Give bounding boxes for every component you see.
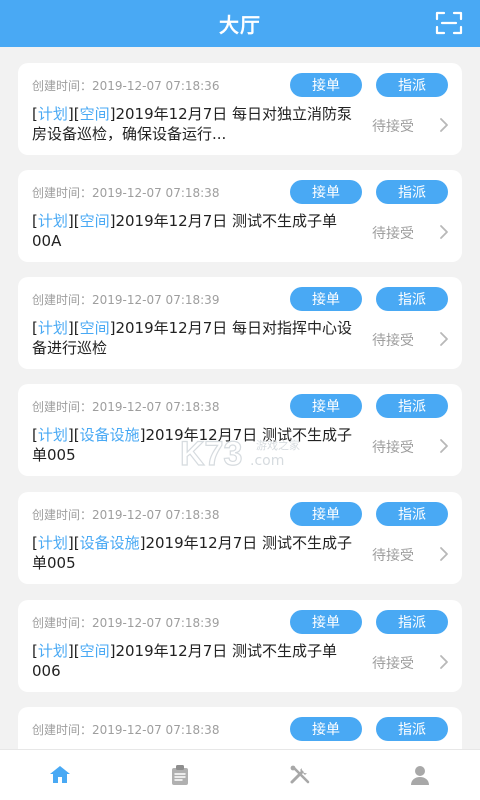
scan-button[interactable] bbox=[435, 11, 463, 35]
tag-category: 空间 bbox=[79, 319, 110, 337]
page-title: 大厅 bbox=[219, 13, 261, 37]
status-text: 待接受 bbox=[372, 548, 414, 564]
task-list[interactable]: 创建时间：2019-12-07 07:18:36 接单 指派 [计划][空间]2… bbox=[0, 47, 480, 749]
created-time: 创建时间：2019-12-07 07:18:39 bbox=[32, 616, 220, 630]
chevron-right-icon[interactable] bbox=[438, 654, 450, 670]
task-title: [计划][空间]2019年12月7日 每日对独立消防泵房设备巡检，确保设备运行.… bbox=[32, 105, 353, 143]
clipboard-icon bbox=[172, 765, 188, 785]
status-text: 待接受 bbox=[372, 656, 414, 672]
tag-plan: 计划 bbox=[37, 105, 68, 123]
user-icon bbox=[411, 766, 429, 785]
tag-plan: 计划 bbox=[37, 642, 68, 660]
created-time: 创建时间：2019-12-07 07:18:39 bbox=[32, 293, 220, 307]
chevron-right-icon[interactable] bbox=[438, 438, 450, 454]
nav-home[interactable] bbox=[0, 750, 120, 800]
task-title: [计划][空间]2019年12月7日 每日对指挥中心设备进行巡检 bbox=[32, 319, 353, 357]
task-card[interactable]: 创建时间：2019-12-07 07:18:38 接单 指派 bbox=[18, 707, 462, 749]
task-card[interactable]: 创建时间：2019-12-07 07:18:39 接单 指派 [计划][空间]2… bbox=[18, 600, 462, 692]
assign-button[interactable]: 指派 bbox=[376, 73, 448, 97]
tag-category: 空间 bbox=[79, 212, 110, 230]
assign-button[interactable]: 指派 bbox=[376, 180, 448, 204]
nav-tools[interactable] bbox=[240, 750, 360, 800]
task-title: [计划][空间]2019年12月7日 测试不生成子单00A bbox=[32, 212, 338, 250]
nav-profile[interactable] bbox=[360, 750, 480, 800]
task-title: [计划][空间]2019年12月7日 测试不生成子单006 bbox=[32, 642, 338, 680]
assign-button[interactable]: 指派 bbox=[376, 502, 448, 526]
app-header: 大厅 bbox=[0, 0, 480, 47]
tag-plan: 计划 bbox=[37, 319, 68, 337]
tag-category: 设备设施 bbox=[79, 534, 140, 552]
created-time: 创建时间：2019-12-07 07:18:38 bbox=[32, 723, 220, 737]
task-card[interactable]: 创建时间：2019-12-07 07:18:39 接单 指派 [计划][空间]2… bbox=[18, 277, 462, 369]
task-title: [计划][设备设施]2019年12月7日 测试不生成子单005 bbox=[32, 426, 353, 464]
accept-order-button[interactable]: 接单 bbox=[290, 610, 362, 634]
accept-order-button[interactable]: 接单 bbox=[290, 394, 362, 418]
assign-button[interactable]: 指派 bbox=[376, 287, 448, 311]
tag-category: 空间 bbox=[79, 642, 110, 660]
created-time: 创建时间：2019-12-07 07:18:38 bbox=[32, 400, 220, 414]
chevron-right-icon[interactable] bbox=[438, 546, 450, 562]
status-text: 待接受 bbox=[372, 226, 414, 242]
task-card[interactable]: 创建时间：2019-12-07 07:18:38 接单 指派 [计划][设备设施… bbox=[18, 492, 462, 584]
tag-category: 设备设施 bbox=[79, 426, 140, 444]
task-title: [计划][设备设施]2019年12月7日 测试不生成子单005 bbox=[32, 534, 353, 572]
task-card[interactable]: 创建时间：2019-12-07 07:18:38 接单 指派 [计划][设备设施… bbox=[18, 384, 462, 476]
chevron-right-icon[interactable] bbox=[438, 331, 450, 347]
home-icon bbox=[50, 766, 70, 783]
bottom-nav bbox=[0, 749, 480, 800]
status-text: 待接受 bbox=[372, 333, 414, 349]
created-time: 创建时间：2019-12-07 07:18:38 bbox=[32, 186, 220, 200]
tag-category: 空间 bbox=[79, 105, 110, 123]
accept-order-button[interactable]: 接单 bbox=[290, 73, 362, 97]
task-card[interactable]: 创建时间：2019-12-07 07:18:38 接单 指派 [计划][空间]2… bbox=[18, 170, 462, 262]
tools-icon bbox=[290, 765, 310, 784]
assign-button[interactable]: 指派 bbox=[376, 717, 448, 741]
status-text: 待接受 bbox=[372, 440, 414, 456]
chevron-right-icon[interactable] bbox=[438, 224, 450, 240]
nav-orders[interactable] bbox=[120, 750, 240, 800]
accept-order-button[interactable]: 接单 bbox=[290, 502, 362, 526]
tag-plan: 计划 bbox=[37, 426, 68, 444]
accept-order-button[interactable]: 接单 bbox=[290, 287, 362, 311]
tag-plan: 计划 bbox=[37, 212, 68, 230]
status-text: 待接受 bbox=[372, 119, 414, 135]
created-time: 创建时间：2019-12-07 07:18:36 bbox=[32, 79, 220, 93]
task-card[interactable]: 创建时间：2019-12-07 07:18:36 接单 指派 [计划][空间]2… bbox=[18, 63, 462, 155]
tag-plan: 计划 bbox=[37, 534, 68, 552]
created-time: 创建时间：2019-12-07 07:18:38 bbox=[32, 508, 220, 522]
chevron-right-icon[interactable] bbox=[438, 117, 450, 133]
accept-order-button[interactable]: 接单 bbox=[290, 180, 362, 204]
assign-button[interactable]: 指派 bbox=[376, 394, 448, 418]
accept-order-button[interactable]: 接单 bbox=[290, 717, 362, 741]
assign-button[interactable]: 指派 bbox=[376, 610, 448, 634]
scan-icon bbox=[435, 11, 463, 35]
